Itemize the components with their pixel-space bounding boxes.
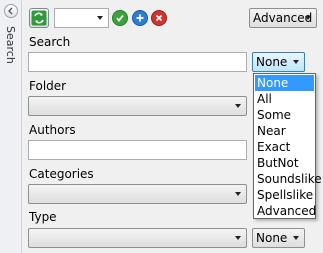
chevron-down-icon [293,60,299,64]
chevron-left-icon [8,7,13,15]
chevron-down-icon [305,16,311,20]
chevron-down-icon [235,104,241,108]
close-icon [155,14,163,22]
match-option[interactable]: ButNot [255,155,314,171]
type-select[interactable] [28,228,247,248]
mode-select[interactable]: Advanced [249,8,317,28]
chevron-down-icon [235,192,241,196]
side-panel-label: Search [4,26,17,64]
folder-select[interactable] [28,96,247,116]
check-icon [116,14,124,22]
match-option[interactable]: Spellslike [255,187,314,203]
plus-icon [136,14,144,22]
side-panel-strip: Search [0,0,22,253]
chevron-down-icon [293,236,299,240]
search-input[interactable] [28,52,247,72]
match-option[interactable]: Advanced [255,203,316,219]
remove-button[interactable] [151,10,167,26]
type-match-select[interactable]: None [252,228,305,248]
collapse-button[interactable] [4,4,18,18]
categories-label: Categories [29,167,94,181]
type-label: Type [29,210,57,224]
search-label: Search [29,35,71,49]
add-button[interactable] [132,10,148,26]
folder-label: Folder [29,79,67,93]
match-option[interactable]: Soundslike [255,171,322,187]
refresh-icon [31,10,47,26]
match-option[interactable]: Near [255,123,314,139]
chevron-down-icon [235,236,241,240]
authors-label: Authors [29,123,76,137]
refresh-button[interactable] [29,8,49,28]
categories-select[interactable] [28,184,247,204]
match-dropdown-list: None All Some Near Exact ButNot Soundsli… [253,73,322,219]
match-option[interactable]: Some [255,107,314,123]
search-match-select[interactable]: None [252,52,305,72]
match-option[interactable]: None [255,75,314,91]
match-option[interactable]: Exact [255,139,314,155]
authors-input[interactable] [28,140,247,160]
ok-button[interactable] [112,10,128,26]
query-combo[interactable] [54,8,109,28]
match-option[interactable]: All [255,91,314,107]
chevron-down-icon [97,16,103,20]
